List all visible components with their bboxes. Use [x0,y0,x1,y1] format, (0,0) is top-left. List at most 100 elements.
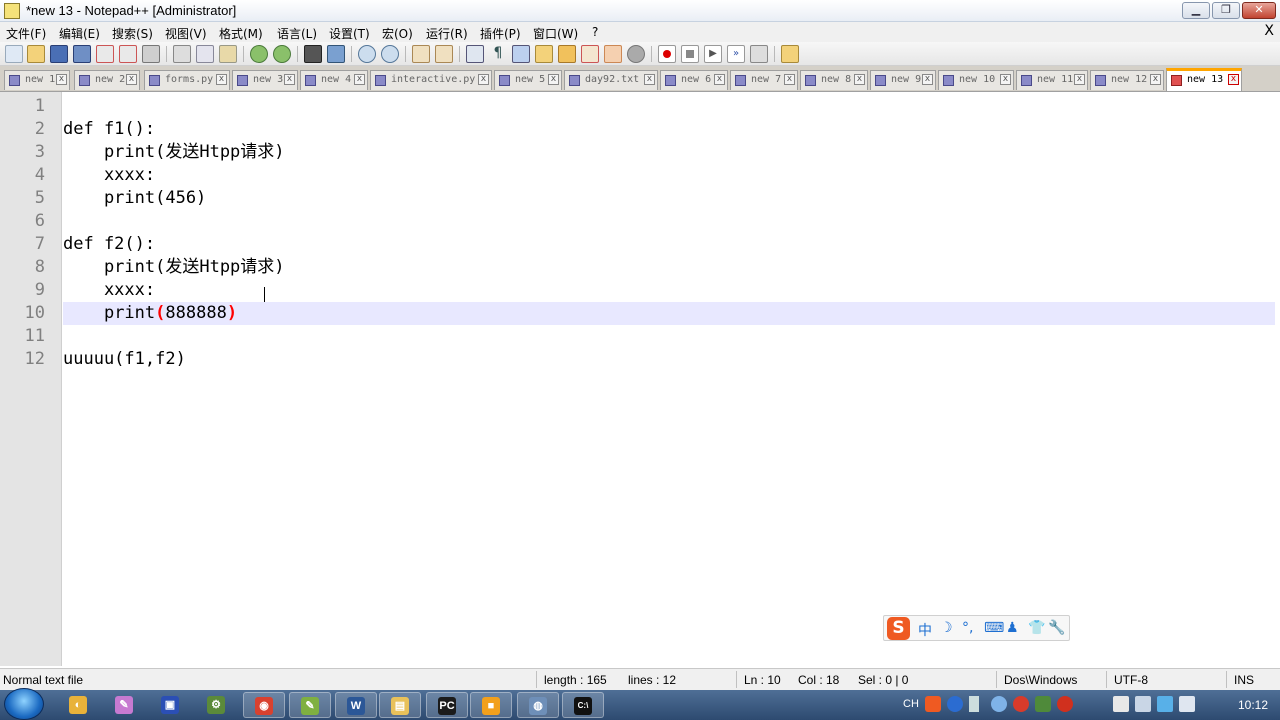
tab-close-icon[interactable]: x [1000,74,1011,85]
menu-view[interactable]: 视图(V) [165,25,207,42]
undo-icon[interactable] [250,45,268,63]
tab-close-icon[interactable]: x [56,74,67,85]
find-icon[interactable] [304,45,322,63]
tab-new-5[interactable]: new 5x [494,70,562,90]
help-icon[interactable] [947,696,963,712]
taskbar-app-4[interactable]: ⚙ [196,692,238,718]
sogou-tray-icon[interactable] [925,696,941,712]
menu-plugins[interactable]: 插件(P) [480,25,521,42]
sync-vertical-icon[interactable] [412,45,430,63]
cut-icon[interactable] [173,45,191,63]
monitoring-icon[interactable] [627,45,645,63]
tab-close-icon[interactable]: x [354,74,365,85]
playback-icon[interactable]: ▶ [704,45,722,63]
encoding[interactable]: UTF-8 [1114,673,1148,687]
antivirus-icon[interactable] [1013,696,1029,712]
language-indicator[interactable]: CH [903,698,919,710]
sync-horizontal-icon[interactable] [435,45,453,63]
menu-file[interactable]: 文件(F) [6,25,46,42]
network-globe-icon[interactable] [991,696,1007,712]
tab-new-13[interactable]: new 13 x [1166,68,1242,91]
menu-help[interactable]: ? [592,25,598,39]
tab-close-icon[interactable]: x [1150,74,1161,85]
tab-new-12[interactable]: new 12 x [1090,70,1164,90]
display-icon[interactable] [1113,696,1129,712]
tab-new-9[interactable]: new 9x [870,70,936,90]
code-line[interactable] [63,210,1275,233]
settings-wrench-icon[interactable]: 🔧 [1048,620,1065,636]
tab-close-icon[interactable]: x [1228,74,1239,85]
tab-close-icon[interactable]: x [784,74,795,85]
run-multiple-icon[interactable]: » [727,45,745,63]
document-map-icon[interactable] [558,45,576,63]
code-line[interactable]: xxxx: [63,164,1275,187]
zoom-in-icon[interactable] [358,45,376,63]
tab-new-3[interactable]: new 3x [232,70,298,90]
chinese-mode-icon[interactable]: 中 [918,620,932,640]
tab-close-icon[interactable]: x [714,74,725,85]
app-tray-icon[interactable] [1035,696,1051,712]
tab-interactive-py[interactable]: interactive.py x [370,70,492,90]
save-macro-icon[interactable] [750,45,768,63]
tab-close-icon[interactable]: x [1074,74,1085,85]
record-tray-icon[interactable] [1057,696,1073,712]
menu-window[interactable]: 窗口(W) [533,25,578,42]
punctuation-icon[interactable]: °, [962,620,973,636]
tab-new-6[interactable]: new 6x [660,70,728,90]
menu-format[interactable]: 格式(M) [219,25,263,42]
skin-icon[interactable]: 👕 [1028,620,1045,636]
function-list-icon[interactable] [581,45,599,63]
folder-icon[interactable] [604,45,622,63]
tab-day92-txt[interactable]: day92.txt x [564,70,658,90]
clock[interactable]: 10:12 [1238,698,1268,712]
open-file-icon[interactable] [27,45,45,63]
tab-close-icon[interactable]: x [854,74,865,85]
current-line[interactable]: print(888888) [63,302,1275,325]
stop-recording-icon[interactable] [681,45,699,63]
plugin-icon[interactable] [781,45,799,63]
code-line[interactable]: def f2(): [63,233,1275,256]
close-document-button[interactable]: X [1264,23,1274,39]
taskbar-notepad[interactable]: ✎ [289,692,331,718]
code-line[interactable]: print(456) [63,187,1275,210]
tab-new-1[interactable]: new 1x [4,70,70,90]
tab-forms-py[interactable]: forms.py x [144,70,230,90]
tab-new-2[interactable]: new 2x [74,70,140,90]
menu-settings[interactable]: 设置(T) [329,25,370,42]
folder-as-workspace-icon[interactable] [535,45,553,63]
user-icon[interactable]: ♟ [1006,620,1019,636]
close-icon[interactable] [96,45,114,63]
taskbar-cmd[interactable]: C:\ [562,692,604,718]
network-icon[interactable] [1135,696,1151,712]
code-line[interactable]: def f1(): [63,118,1275,141]
taskbar-app-orange[interactable]: ■ [470,692,512,718]
paste-icon[interactable] [219,45,237,63]
code-line[interactable] [63,325,1275,348]
tray-arrow-icon[interactable] [969,696,979,712]
tab-close-icon[interactable]: x [216,74,227,85]
zoom-out-icon[interactable] [381,45,399,63]
sogou-logo-icon[interactable]: S [887,617,910,640]
taskbar-word[interactable]: W [335,692,377,718]
tab-close-icon[interactable]: x [126,74,137,85]
minimize-button[interactable]: ▁ [1182,2,1210,19]
editor[interactable]: 1 2 3 4 5 6 7 8 9 10 11 12 def f1(): pri… [0,92,1280,666]
menu-search[interactable]: 搜索(S) [112,25,153,42]
volume-icon[interactable] [1179,696,1195,712]
menu-macro[interactable]: 宏(O) [382,25,413,42]
close-button[interactable]: ✕ [1242,2,1276,19]
tab-new-7[interactable]: new 7x [730,70,798,90]
tab-close-icon[interactable]: x [922,74,933,85]
replace-icon[interactable] [327,45,345,63]
tab-close-icon[interactable]: x [284,74,295,85]
taskbar-app-blue[interactable]: ◍ [517,692,559,718]
copy-icon[interactable] [196,45,214,63]
indent-guide-icon[interactable] [512,45,530,63]
taskbar-app-2[interactable]: ✎ [104,692,146,718]
insert-mode[interactable]: INS [1234,673,1254,687]
connection-icon[interactable] [1157,696,1173,712]
taskbar-pycharm[interactable]: PC [426,692,468,718]
code-line[interactable] [63,95,1275,118]
new-file-icon[interactable] [5,45,23,63]
taskbar-app-3[interactable]: ▣ [150,692,192,718]
